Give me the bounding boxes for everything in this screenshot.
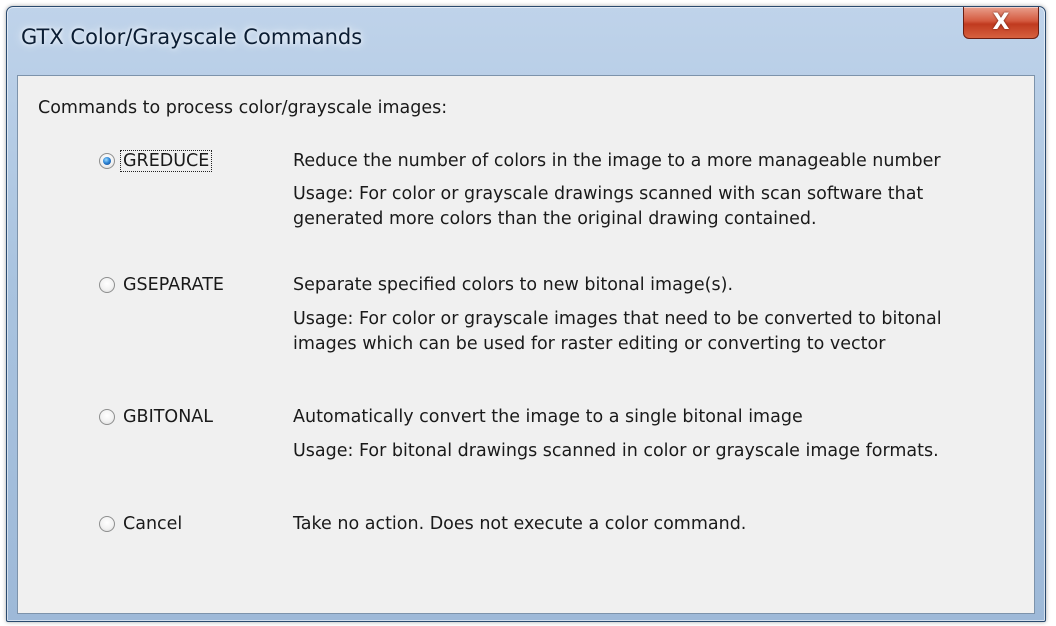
gbitonal-usage-line-1: Usage: For bitonal drawings scanned in c… (293, 441, 939, 461)
radio-gseparate[interactable]: GSEPARATE (99, 273, 226, 297)
gseparate-description: Separate specified colors to new bitonal… (293, 275, 734, 295)
radio-button-unchecked-icon[interactable] (99, 277, 115, 293)
radio-label-gbitonal[interactable]: GBITONAL (121, 407, 215, 427)
close-button[interactable]: X (963, 7, 1039, 39)
radio-button-unchecked-icon[interactable] (99, 409, 115, 425)
dialog-window: GTX Color/Grayscale Commands X Commands … (6, 6, 1046, 622)
radio-label-cancel[interactable]: Cancel (121, 514, 184, 534)
greduce-description: Reduce the number of colors in the image… (293, 151, 941, 171)
gbitonal-description: Automatically convert the image to a sin… (293, 407, 803, 427)
intro-label: Commands to process color/grayscale imag… (38, 98, 448, 118)
radio-gbitonal[interactable]: GBITONAL (99, 405, 215, 429)
greduce-usage-line-1: Usage: For color or grayscale drawings s… (293, 184, 924, 204)
radio-button-checked-icon[interactable] (99, 153, 115, 169)
window-title: GTX Color/Grayscale Commands (21, 25, 363, 49)
radio-label-gseparate[interactable]: GSEPARATE (121, 275, 226, 295)
radio-greduce[interactable]: GREDUCE (99, 149, 213, 173)
radio-label-greduce[interactable]: GREDUCE (119, 150, 213, 172)
greduce-usage-line-2: generated more colors than the original … (293, 209, 817, 229)
cancel-description: Take no action. Does not execute a color… (293, 514, 747, 534)
radio-button-unchecked-icon[interactable] (99, 516, 115, 532)
gseparate-usage-line-1: Usage: For color or grayscale images tha… (293, 309, 942, 329)
close-icon: X (992, 9, 1010, 35)
title-bar[interactable]: GTX Color/Grayscale Commands X (7, 7, 1045, 67)
gseparate-usage-line-2: images which can be used for raster edit… (293, 334, 886, 354)
radio-cancel[interactable]: Cancel (99, 512, 184, 536)
dialog-client-area: Commands to process color/grayscale imag… (17, 75, 1035, 614)
